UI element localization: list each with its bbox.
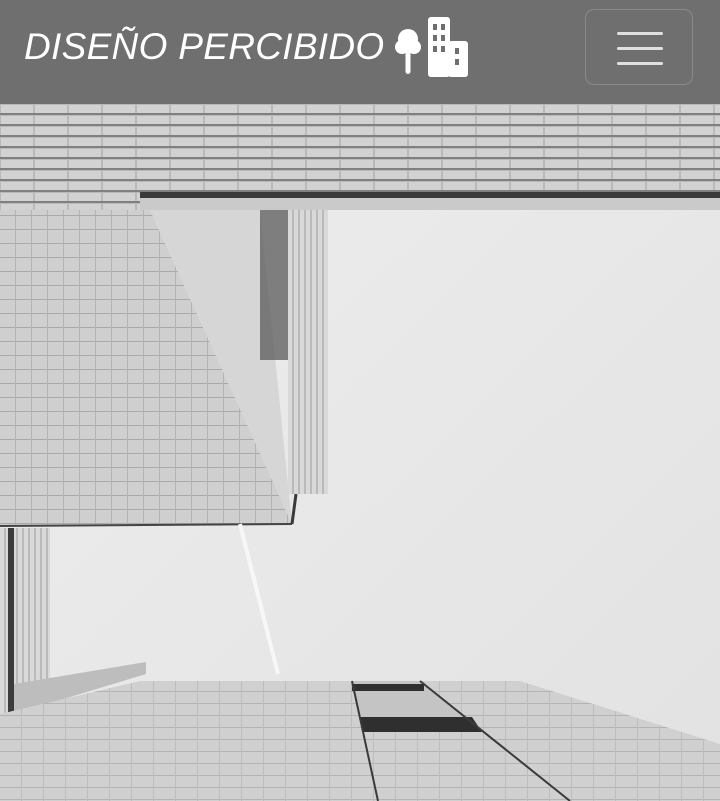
building-photo (0, 104, 720, 801)
brand-link[interactable]: DISEÑO PERCIBIDO (24, 14, 470, 80)
tree-and-building-icon (395, 17, 469, 77)
navbar: DISEÑO PERCIBIDO (0, 0, 720, 104)
brand-text: DISEÑO PERCIBIDO (24, 26, 385, 67)
menu-toggle-button[interactable] (585, 9, 693, 85)
hamburger-menu-icon (617, 32, 663, 65)
hero-image (0, 104, 720, 801)
